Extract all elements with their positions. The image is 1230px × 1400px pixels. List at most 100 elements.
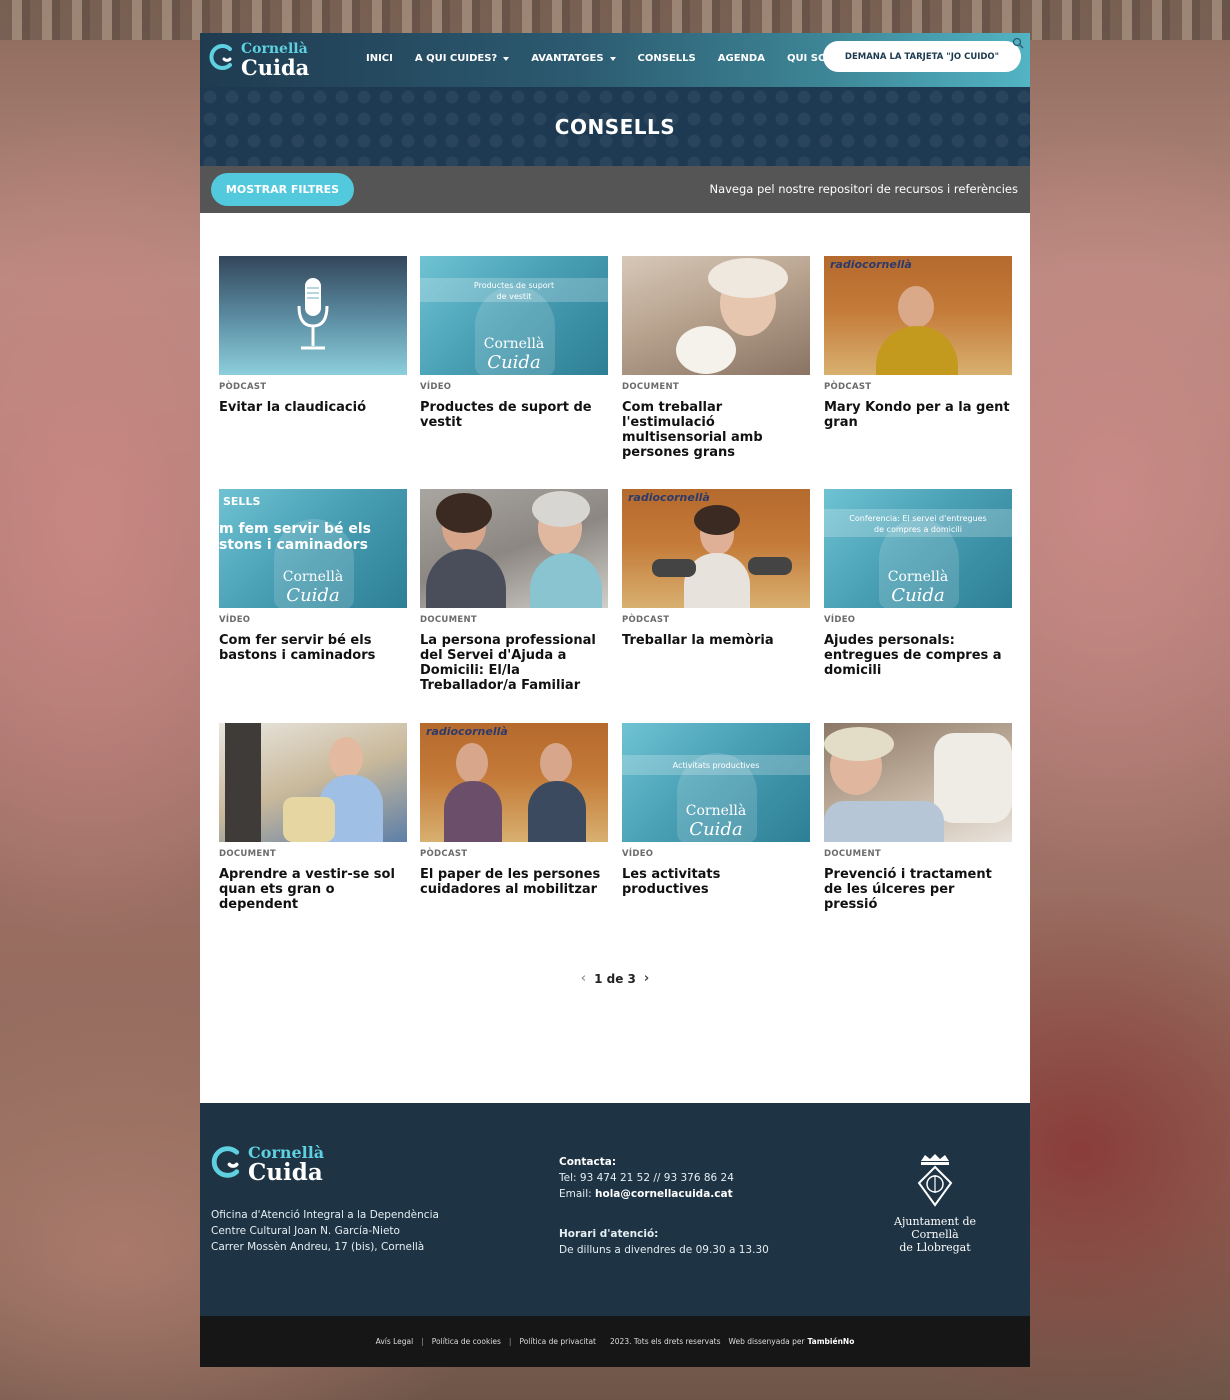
resource-card[interactable]: Activitats productives Cornellà Cuida VÍ…: [622, 723, 810, 897]
footer-hours: Horari d'atenció: De dilluns a divendres…: [559, 1226, 769, 1258]
thumb-caption: Activitats productives: [672, 761, 760, 770]
card-thumbnail[interactable]: Productes de suport de vestit Cornellà C…: [420, 256, 608, 375]
card-thumbnail[interactable]: Conferencia: El servei d'entregues de co…: [824, 489, 1012, 608]
nav-label: AGENDA: [717, 53, 765, 64]
photo-body: [528, 781, 586, 842]
card-thumbnail[interactable]: radiocornellà: [622, 489, 810, 608]
card-title[interactable]: Productes de suport de vestit: [420, 400, 608, 430]
search-icon[interactable]: [1012, 37, 1024, 49]
request-card-button[interactable]: DEMANA LA TARJETA "JO CUIDO": [823, 41, 1021, 72]
card-title[interactable]: El paper de les persones cuidadores al m…: [420, 867, 608, 897]
council-name-line2: de Llobregat: [899, 1241, 971, 1254]
thumb-overlay-line2: stons i caminadors: [219, 537, 368, 553]
card-thumbnail[interactable]: [622, 256, 810, 375]
card-thumbnail[interactable]: [219, 256, 407, 375]
resource-card[interactable]: radiocornellà PÒDCAST Treballar la memòr…: [622, 489, 810, 648]
card-thumbnail[interactable]: radiocornellà: [420, 723, 608, 842]
chevron-right-icon[interactable]: ›: [644, 971, 649, 986]
council-name-line1: Ajuntament de Cornellà: [894, 1215, 976, 1241]
page: Cornellà Cuida INICI A QUI CUIDES? AVANT…: [200, 33, 1030, 1367]
photo-flowers: [676, 326, 736, 374]
nav-item-inici[interactable]: INICI: [366, 53, 393, 64]
contact-email[interactable]: hola@cornellacuida.cat: [595, 1188, 733, 1200]
nav-item-agenda[interactable]: AGENDA: [718, 53, 765, 64]
card-title[interactable]: Evitar la claudicació: [219, 400, 407, 415]
microphone-icon: [748, 557, 792, 575]
site-logo[interactable]: Cornellà Cuida: [208, 41, 309, 81]
address-line: Oficina d'Atenció Integral a la Dependèn…: [211, 1209, 439, 1221]
card-thumbnail[interactable]: radiocornellà: [824, 256, 1012, 375]
microphone-icon: [297, 278, 329, 350]
card-type: PÒDCAST: [622, 615, 670, 625]
card-thumbnail[interactable]: [824, 723, 1012, 842]
resource-card[interactable]: PÒDCAST Evitar la claudicació: [219, 256, 407, 415]
card-type: DOCUMENT: [219, 849, 276, 859]
copyright-text: 2023. Tots els drets reservats: [610, 1337, 721, 1346]
footer-logo[interactable]: Cornellà Cuida: [210, 1143, 330, 1187]
card-type: DOCUMENT: [824, 849, 881, 859]
card-title[interactable]: Prevenció i tractament de les úlceres pe…: [824, 867, 1012, 912]
resource-card[interactable]: Productes de suport de vestit Cornellà C…: [420, 256, 608, 430]
show-filters-button[interactable]: MOSTRAR FILTRES: [211, 173, 354, 206]
thumb-caption: Conferencia: El servei d'entregues de co…: [849, 514, 987, 534]
legal-link[interactable]: Avís Legal: [376, 1337, 414, 1346]
card-title[interactable]: Com fer servir bé els bastons i caminado…: [219, 633, 407, 663]
card-thumbnail[interactable]: [420, 489, 608, 608]
contact-phone[interactable]: Tel: 93 474 21 52 // 93 376 86 24: [559, 1170, 734, 1186]
resource-card[interactable]: DOCUMENT La persona professional del Ser…: [420, 489, 608, 693]
photo-hair: [436, 493, 492, 533]
footer-address: Oficina d'Atenció Integral a la Dependèn…: [211, 1207, 439, 1255]
photo-body: [444, 781, 502, 842]
resource-card[interactable]: radiocornellà PÒDCAST Mary Kondo per a l…: [824, 256, 1012, 430]
logo-c-icon: [209, 44, 232, 70]
card-thumbnail[interactable]: [219, 723, 407, 842]
photo-face: [898, 286, 934, 328]
card-type: VÍDEO: [824, 615, 856, 625]
resource-card[interactable]: SELLS m fem servir bé els stons i camina…: [219, 489, 407, 663]
card-title[interactable]: Treballar la memòria: [622, 633, 810, 648]
resource-card[interactable]: DOCUMENT Aprendre a vestir-se sol quan e…: [219, 723, 407, 912]
hours-heading: Horari d'atenció:: [559, 1228, 659, 1240]
photo-blanket: [824, 801, 944, 842]
card-type: VÍDEO: [622, 849, 654, 859]
hours-text: De dilluns a divendres de 09.30 a 13.30: [559, 1244, 769, 1256]
logo-c-icon: [211, 1146, 240, 1178]
nav-item-avantatges[interactable]: AVANTATGES: [531, 53, 616, 64]
credit-text: Web dissenyada per: [728, 1337, 805, 1346]
card-title[interactable]: Les activitats productives: [622, 867, 810, 897]
nav-label: AVANTATGES: [531, 53, 604, 64]
credit-brand-link[interactable]: TambiénNo: [808, 1337, 855, 1346]
card-type: DOCUMENT: [420, 615, 477, 625]
thumb-brand-line1: Cornellà: [887, 569, 949, 585]
council-logo[interactable]: Ajuntament de Cornellà de Llobregat: [870, 1153, 1000, 1254]
thumb-caption: radiocornellà: [628, 491, 710, 504]
privacy-link[interactable]: Política de privacitat: [519, 1337, 596, 1346]
resource-card[interactable]: Conferencia: El servei d'entregues de co…: [824, 489, 1012, 678]
thumb-brand-line2: Cuida: [891, 585, 945, 606]
photo-hair: [532, 491, 590, 527]
card-title[interactable]: Aprendre a vestir-se sol quan ets gran o…: [219, 867, 407, 912]
photo-face: [540, 743, 572, 783]
nav-item-consells[interactable]: CONSELLS: [638, 53, 696, 64]
card-title[interactable]: Com treballar l'estimulació multisensori…: [622, 400, 810, 460]
resource-card[interactable]: radiocornellà PÒDCAST El paper de les pe…: [420, 723, 608, 897]
page-banner: CONSELLS: [200, 87, 1030, 166]
card-type: PÒDCAST: [420, 849, 468, 859]
thumb-brand-line2: Cuida: [689, 819, 743, 840]
card-type: PÒDCAST: [219, 382, 267, 392]
card-title[interactable]: Ajudes personals: entregues de compres a…: [824, 633, 1012, 678]
resource-card[interactable]: DOCUMENT Com treballar l'estimulació mul…: [622, 256, 810, 460]
card-thumbnail[interactable]: SELLS m fem servir bé els stons i camina…: [219, 489, 407, 608]
photo-pillow: [934, 733, 1012, 823]
thumb-brand-line1: Cornellà: [282, 569, 344, 585]
thumb-brand-line1: Cornellà: [483, 336, 545, 352]
coat-of-arms-icon: [917, 1154, 953, 1207]
chevron-left-icon[interactable]: ‹: [581, 971, 586, 986]
card-thumbnail[interactable]: Activitats productives Cornellà Cuida: [622, 723, 810, 842]
resource-card[interactable]: DOCUMENT Prevenció i tractament de les ú…: [824, 723, 1012, 912]
page-title: CONSELLS: [554, 115, 676, 139]
nav-item-a-qui-cuides[interactable]: A QUI CUIDES?: [415, 53, 510, 64]
cookies-link[interactable]: Política de cookies: [432, 1337, 501, 1346]
card-title[interactable]: La persona professional del Servei d'Aju…: [420, 633, 608, 693]
card-title[interactable]: Mary Kondo per a la gent gran: [824, 400, 1012, 430]
